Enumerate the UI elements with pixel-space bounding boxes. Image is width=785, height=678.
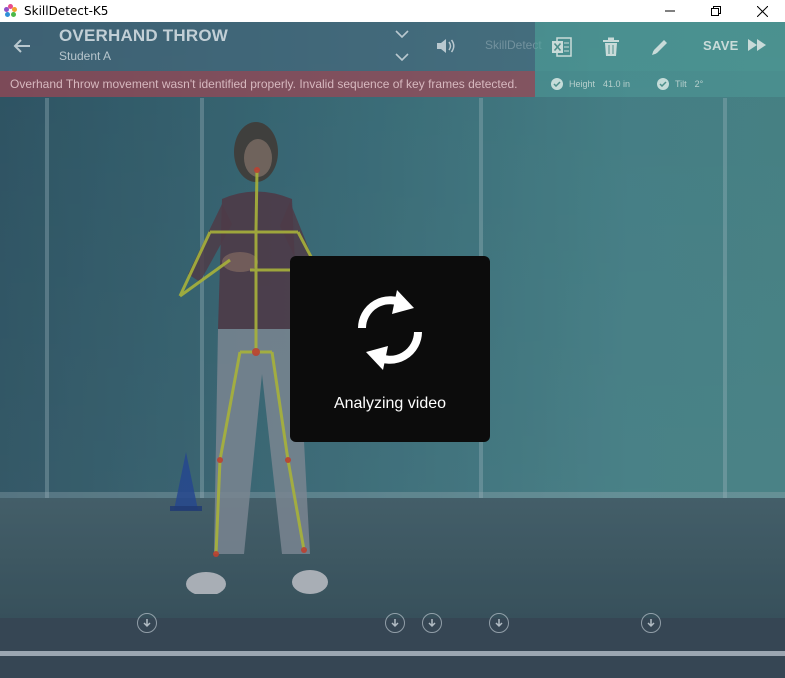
export-excel-button[interactable]	[549, 34, 575, 60]
trash-icon	[603, 37, 619, 56]
restore-button[interactable]	[693, 0, 739, 22]
keyframe-marker[interactable]	[137, 613, 157, 633]
restore-icon	[711, 6, 721, 16]
analyzing-modal: Analyzing video	[290, 256, 490, 442]
watermark-label: SkillDetect	[485, 38, 542, 52]
chevron-down-icon	[395, 30, 409, 38]
check-icon	[657, 78, 669, 90]
floor	[0, 498, 785, 618]
close-button[interactable]	[739, 0, 785, 22]
arrow-down-icon	[391, 619, 399, 628]
skill-title: OVERHAND THROW	[59, 26, 229, 45]
close-icon	[756, 5, 768, 17]
window-controls	[647, 0, 785, 22]
window-titlebar: SkillDetect-K5	[0, 0, 785, 22]
arrow-down-icon	[495, 619, 503, 628]
video-stage[interactable]: OVERHAND THROW Student A SkillDetect SAV…	[0, 22, 785, 678]
arrow-down-icon	[647, 619, 655, 628]
measurement-bar: Height 41.0 in Tilt 2°	[535, 71, 785, 97]
keyframe-marker[interactable]	[422, 613, 442, 633]
minimize-icon	[665, 10, 675, 12]
student-dropdown[interactable]	[393, 50, 411, 64]
save-button[interactable]: SAVE	[703, 38, 739, 53]
wall-pipe	[723, 98, 727, 498]
arrow-left-icon	[13, 39, 30, 53]
error-message: Overhand Throw movement wasn't identifie…	[10, 77, 518, 91]
fast-forward-icon[interactable]	[747, 38, 767, 52]
height-label: Height	[569, 79, 596, 89]
height-chip: Height 41.0 in	[551, 78, 630, 90]
minimize-button[interactable]	[647, 0, 693, 22]
timeline-scrubber[interactable]	[0, 651, 785, 656]
edit-button[interactable]	[647, 34, 673, 60]
excel-icon	[552, 37, 572, 57]
skill-header: OVERHAND THROW Student A SkillDetect	[0, 22, 542, 71]
tilt-label: Tilt	[675, 79, 687, 89]
student-name: Student A	[59, 49, 112, 63]
chevron-down-icon	[395, 53, 409, 61]
height-value: 41.0 in	[603, 79, 631, 89]
keyframe-marker[interactable]	[489, 613, 509, 633]
error-banner: Overhand Throw movement wasn't identifie…	[0, 71, 535, 97]
modal-message: Analyzing video	[333, 395, 447, 412]
refresh-icon	[358, 290, 422, 370]
keyframe-marker[interactable]	[385, 613, 405, 633]
tilt-chip: Tilt 2°	[657, 78, 703, 90]
arrow-down-icon	[143, 619, 151, 628]
speaker-icon	[437, 39, 455, 53]
arrow-down-icon	[428, 619, 436, 628]
pencil-icon	[652, 40, 667, 55]
delete-button[interactable]	[598, 34, 624, 60]
app-logo-icon	[4, 4, 18, 18]
audio-button[interactable]	[433, 35, 459, 57]
skill-dropdown[interactable]	[393, 27, 411, 41]
window-title: SkillDetect-K5	[24, 4, 109, 18]
keyframe-marker[interactable]	[641, 613, 661, 633]
check-icon	[551, 78, 563, 90]
back-button[interactable]	[8, 34, 36, 58]
tilt-value: 2°	[694, 79, 704, 89]
wall-pipe	[45, 98, 49, 498]
